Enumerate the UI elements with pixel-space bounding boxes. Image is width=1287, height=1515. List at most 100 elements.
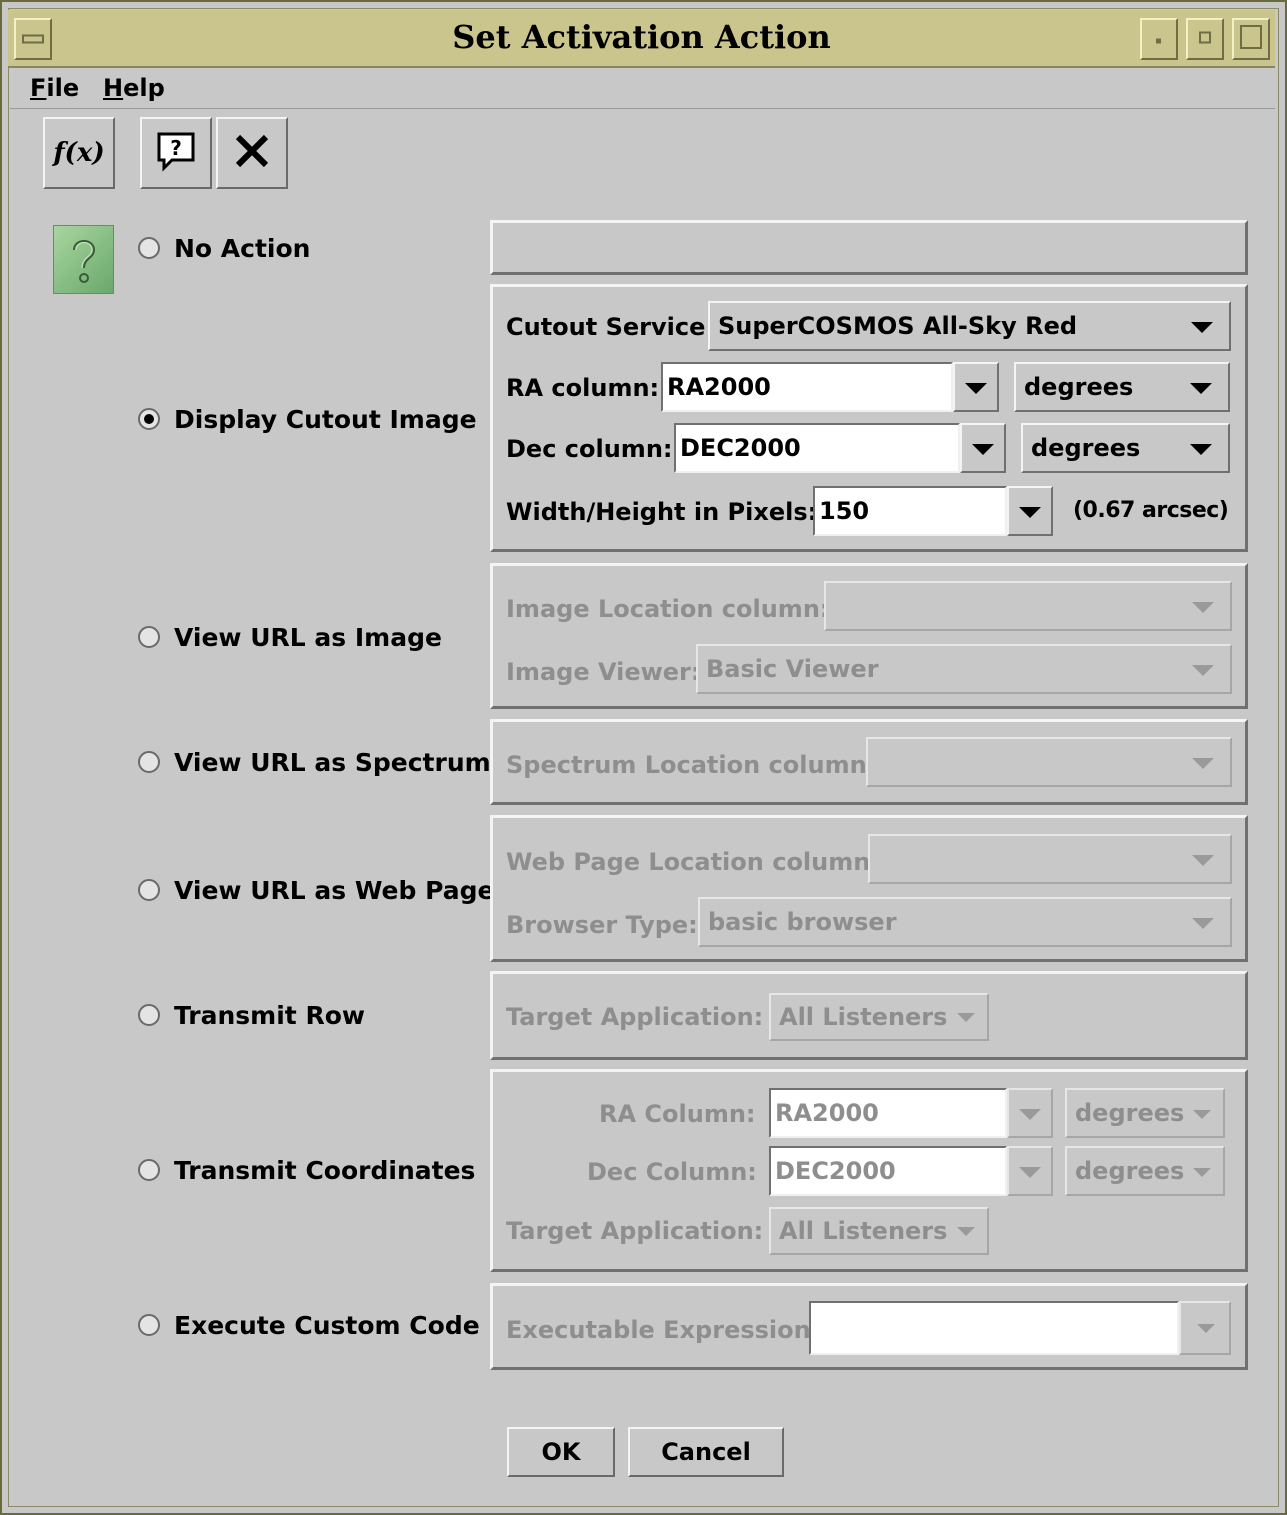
close-x-icon xyxy=(234,133,270,173)
cutout-service-value: SuperCOSMOS All-Sky Red xyxy=(718,312,1078,340)
dec-column-input[interactable]: DEC2000 xyxy=(674,423,960,473)
webpage-location-select[interactable] xyxy=(868,834,1232,884)
transmit-row-target-select[interactable]: All Listeners xyxy=(769,993,989,1041)
radio-label: Transmit Coordinates xyxy=(174,1155,476,1185)
tc-dec-dropdown-button[interactable] xyxy=(1007,1146,1053,1196)
executable-expression-label: Executable Expression: xyxy=(506,1316,821,1344)
executable-expression-dropdown-button[interactable] xyxy=(1179,1301,1231,1355)
custom-code-panel: Executable Expression: xyxy=(490,1283,1248,1370)
ra-unit-value: degrees xyxy=(1024,373,1134,401)
radio-button-selected[interactable] xyxy=(138,408,160,430)
radio-label: Display Cutout Image xyxy=(174,404,477,434)
close-window-button[interactable] xyxy=(1232,18,1270,60)
chevron-down-icon xyxy=(1190,444,1212,455)
chevron-down-icon xyxy=(1019,1109,1041,1120)
svg-text:?: ? xyxy=(170,136,182,160)
size-value: 150 xyxy=(819,497,870,525)
menu-help[interactable]: Help xyxy=(103,74,165,102)
radio-view-url-image[interactable]: View URL as Image xyxy=(138,622,442,652)
spectrum-location-label: Spectrum Location column: xyxy=(506,751,877,779)
dec-column-dropdown-button[interactable] xyxy=(960,423,1006,473)
size-arcsec-note: (0.67 arcsec) xyxy=(1073,498,1229,523)
radio-label: View URL as Web Page xyxy=(174,875,495,905)
radio-label: View URL as Image xyxy=(174,622,442,652)
dec-column-value: DEC2000 xyxy=(680,434,801,462)
tc-ra-label: RA Column: xyxy=(599,1100,756,1128)
dec-unit-value: degrees xyxy=(1031,434,1141,462)
transmit-coordinates-panel: RA Column: RA2000 degrees Dec Column: DE… xyxy=(490,1069,1248,1272)
help-bubble-icon: ? xyxy=(154,129,198,177)
image-location-select[interactable] xyxy=(824,581,1232,631)
cutout-service-label: Cutout Service: xyxy=(506,313,715,341)
tc-dec-unit-select[interactable]: degrees xyxy=(1065,1146,1225,1196)
chevron-down-icon xyxy=(1192,758,1214,769)
image-viewer-select[interactable]: Basic Viewer xyxy=(696,644,1232,694)
chevron-down-icon xyxy=(957,1013,975,1022)
dec-unit-select[interactable]: degrees xyxy=(1021,423,1230,473)
spectrum-location-select[interactable] xyxy=(866,737,1232,787)
chevron-down-icon xyxy=(1197,1324,1215,1333)
radio-button[interactable] xyxy=(138,1159,160,1181)
minimize-button[interactable] xyxy=(1140,18,1178,60)
ra-unit-select[interactable]: degrees xyxy=(1014,362,1230,412)
ok-button[interactable]: OK xyxy=(507,1427,615,1477)
tc-ra-input[interactable]: RA2000 xyxy=(769,1088,1007,1138)
tc-dec-input[interactable]: DEC2000 xyxy=(769,1146,1007,1196)
tc-ra-value: RA2000 xyxy=(775,1099,879,1127)
radio-display-cutout[interactable]: Display Cutout Image xyxy=(138,404,477,434)
chevron-down-icon xyxy=(1190,383,1212,394)
menu-help-mnemonic: H xyxy=(103,74,124,102)
close-button[interactable] xyxy=(216,117,288,189)
webpage-location-label: Web Page Location column: xyxy=(506,848,880,876)
chevron-down-icon xyxy=(1192,665,1214,676)
tc-dec-unit-value: degrees xyxy=(1075,1157,1185,1185)
menu-file[interactable]: File xyxy=(30,74,79,102)
transmit-row-target-value: All Listeners xyxy=(779,1003,948,1031)
menu-bar: File Help xyxy=(10,70,1275,109)
maximize-button[interactable] xyxy=(1186,18,1224,60)
cutout-service-select[interactable]: SuperCOSMOS All-Sky Red xyxy=(708,301,1231,351)
radio-no-action[interactable]: No Action xyxy=(138,233,310,263)
image-location-label: Image Location column: xyxy=(506,595,830,623)
tc-ra-dropdown-button[interactable] xyxy=(1007,1088,1053,1138)
radio-button[interactable] xyxy=(138,1314,160,1336)
cutout-panel: Cutout Service: SuperCOSMOS All-Sky Red … xyxy=(490,284,1248,552)
view-spectrum-panel: Spectrum Location column: xyxy=(490,719,1248,805)
radio-button[interactable] xyxy=(138,879,160,901)
function-button[interactable]: f(x) xyxy=(43,117,115,189)
tc-dec-label: Dec Column: xyxy=(587,1158,757,1186)
radio-view-url-spectrum[interactable]: View URL as Spectrum xyxy=(138,747,491,777)
chevron-down-icon xyxy=(1191,322,1213,333)
window-title: Set Activation Action xyxy=(452,18,831,56)
question-mark-icon xyxy=(53,225,114,294)
radio-button[interactable] xyxy=(138,751,160,773)
window-close-icon xyxy=(1239,24,1263,54)
radio-button[interactable] xyxy=(138,1004,160,1026)
radio-transmit-coordinates[interactable]: Transmit Coordinates xyxy=(138,1155,475,1185)
size-dropdown-button[interactable] xyxy=(1007,486,1053,536)
ra-column-dropdown-button[interactable] xyxy=(953,362,999,412)
radio-label: Execute Custom Code xyxy=(174,1310,480,1340)
radio-execute-custom-code[interactable]: Execute Custom Code xyxy=(138,1310,480,1340)
radio-view-url-webpage[interactable]: View URL as Web Page xyxy=(138,875,494,905)
function-icon: f(x) xyxy=(53,138,105,168)
size-input[interactable]: 150 xyxy=(813,486,1007,536)
tc-target-select[interactable]: All Listeners xyxy=(769,1207,989,1255)
executable-expression-input[interactable] xyxy=(809,1301,1179,1355)
title-bar[interactable]: Set Activation Action xyxy=(8,10,1275,68)
radio-button[interactable] xyxy=(138,626,160,648)
radio-label: Transmit Row xyxy=(174,1000,365,1030)
help-button[interactable]: ? xyxy=(140,117,212,189)
tc-ra-unit-select[interactable]: degrees xyxy=(1065,1088,1225,1138)
chevron-down-icon xyxy=(1192,918,1214,929)
radio-transmit-row[interactable]: Transmit Row xyxy=(138,1000,365,1030)
browser-type-select[interactable]: basic browser xyxy=(698,897,1232,947)
ra-column-value: RA2000 xyxy=(667,373,771,401)
cancel-button[interactable]: Cancel xyxy=(628,1427,784,1477)
minimize-icon xyxy=(1156,30,1162,49)
ra-column-input[interactable]: RA2000 xyxy=(661,362,953,412)
no-action-panel xyxy=(490,220,1248,275)
transmit-row-panel: Target Application: All Listeners xyxy=(490,971,1248,1060)
transmit-row-target-label: Target Application: xyxy=(506,1003,764,1031)
radio-button[interactable] xyxy=(138,237,160,259)
